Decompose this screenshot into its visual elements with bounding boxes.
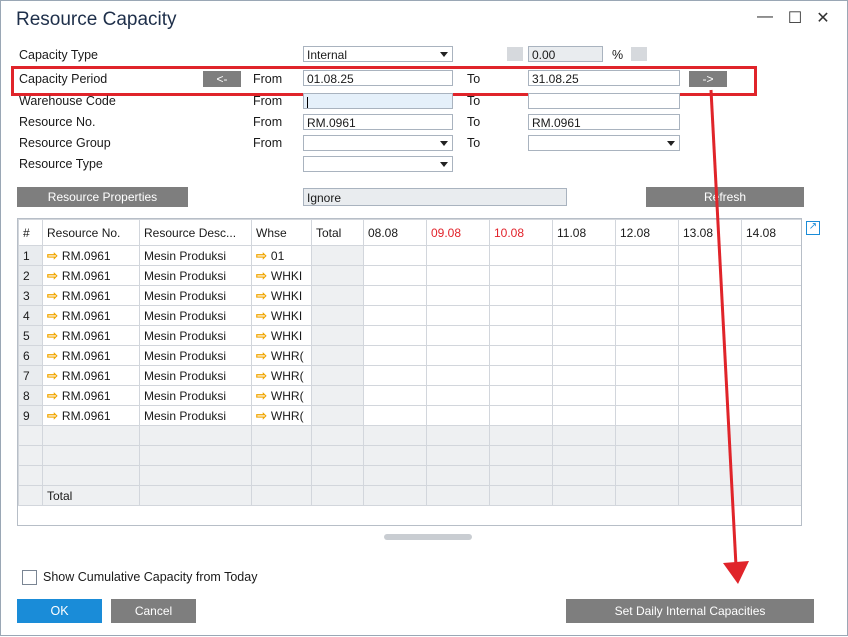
resource-capacity-window: Resource Capacity — ☐ ✕ Capacity Type In…	[0, 0, 848, 636]
annotation-arrow	[709, 89, 749, 584]
